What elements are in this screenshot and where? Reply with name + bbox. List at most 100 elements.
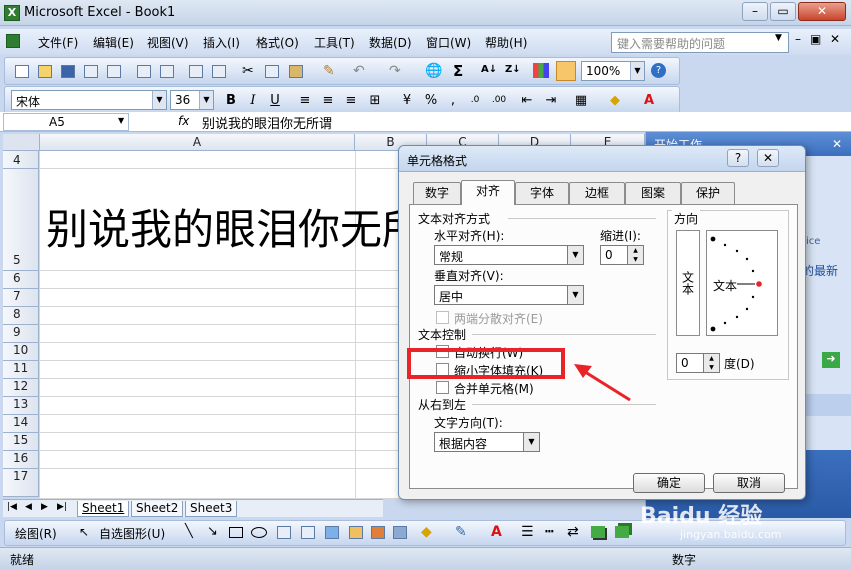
row-header-4[interactable]: 4	[3, 151, 39, 169]
autoshapes-menu[interactable]: 自选图形(U)	[99, 525, 165, 542]
chevron-down-icon[interactable]: ▼	[630, 62, 644, 80]
table-row[interactable]	[40, 151, 420, 169]
zoom-combo[interactable]: 100% ▼	[581, 61, 645, 81]
table-row[interactable]	[40, 271, 420, 289]
function-icon[interactable]: fx	[178, 114, 189, 128]
print-icon[interactable]	[137, 65, 151, 78]
menu-help[interactable]: 帮助(H)	[485, 34, 527, 51]
sheet-tab-3[interactable]: Sheet3	[185, 501, 238, 517]
chart-wizard-icon[interactable]	[533, 63, 549, 78]
tab-patterns[interactable]: 图案	[625, 182, 681, 204]
borders-icon[interactable]: ▦	[571, 91, 591, 110]
print-preview-icon[interactable]	[160, 65, 174, 78]
indent-spinner[interactable]: 0 ▲ ▼	[600, 245, 644, 265]
menu-format[interactable]: 格式(O)	[256, 34, 299, 51]
sort-desc-icon[interactable]: Z↓	[505, 64, 521, 75]
hyperlink-icon[interactable]: 🌐	[425, 63, 442, 79]
name-box[interactable]: A5	[3, 113, 129, 131]
arrow-icon[interactable]: ↘	[207, 524, 218, 539]
table-row[interactable]	[40, 469, 420, 499]
spinner-arrows-icon[interactable]: ▲ ▼	[703, 354, 719, 372]
table-row[interactable]	[40, 397, 420, 415]
tab-nav-last-icon[interactable]: ▶|	[57, 502, 67, 512]
row-header-12[interactable]: 12	[3, 379, 39, 397]
doc-restore-button[interactable]: ▣	[810, 32, 821, 46]
row-header-11[interactable]: 11	[3, 361, 39, 379]
sheet-tab-1[interactable]: Sheet1	[77, 501, 130, 517]
merge-cells-checkbox[interactable]	[436, 381, 449, 394]
wordart-icon[interactable]	[325, 526, 339, 539]
arrow-style-icon[interactable]: ⇄	[567, 524, 579, 540]
font-color-icon[interactable]: A	[491, 524, 502, 540]
line-color-icon[interactable]: ✎	[455, 524, 467, 540]
table-row[interactable]	[40, 343, 420, 361]
currency-icon[interactable]: ¥	[397, 91, 417, 110]
excel-doc-icon[interactable]	[6, 34, 20, 48]
email-icon[interactable]	[107, 65, 121, 78]
align-right-icon[interactable]: ≡	[341, 91, 361, 110]
maximize-button[interactable]: ▭	[770, 2, 796, 21]
select-all-corner[interactable]	[3, 134, 40, 151]
undo-icon[interactable]: ↶	[353, 63, 365, 79]
row-header-16[interactable]: 16	[3, 451, 39, 469]
justify-distributed-checkbox[interactable]	[436, 311, 449, 324]
menu-data[interactable]: 数据(D)	[369, 34, 412, 51]
doc-minimize-button[interactable]: –	[795, 32, 801, 46]
italic-button[interactable]: I	[243, 91, 263, 110]
table-row[interactable]	[40, 361, 420, 379]
row-header-14[interactable]: 14	[3, 415, 39, 433]
text-direction-select[interactable]: 根据内容 ▼	[434, 432, 540, 452]
align-left-icon[interactable]: ≡	[295, 91, 315, 110]
tab-number[interactable]: 数字	[413, 182, 461, 204]
fill-color-icon[interactable]: ◆	[605, 91, 625, 110]
chevron-down-icon[interactable]: ▼	[118, 116, 124, 125]
diagram-icon[interactable]	[349, 526, 363, 539]
textbox-icon[interactable]	[277, 526, 291, 539]
row-header-9[interactable]: 9	[3, 325, 39, 343]
redo-icon[interactable]: ↷	[389, 63, 401, 79]
degree-spinner[interactable]: 0 ▲ ▼	[676, 353, 720, 373]
row-header-10[interactable]: 10	[3, 343, 39, 361]
decrease-indent-icon[interactable]: ⇤	[517, 91, 537, 110]
fill-color-icon[interactable]: ◆	[421, 524, 432, 540]
save-icon[interactable]	[61, 65, 75, 78]
sheet-tab-2[interactable]: Sheet2	[131, 501, 184, 517]
increase-indent-icon[interactable]: ⇥	[541, 91, 561, 110]
table-row[interactable]	[40, 325, 420, 343]
drawing-icon[interactable]	[556, 61, 576, 81]
clipart-icon[interactable]	[371, 526, 385, 539]
table-row[interactable]	[40, 415, 420, 433]
row-header-13[interactable]: 13	[3, 397, 39, 415]
menu-tools[interactable]: 工具(T)	[314, 34, 355, 51]
align-center-icon[interactable]: ≡	[318, 91, 338, 110]
menu-edit[interactable]: 编辑(E)	[93, 34, 134, 51]
table-row[interactable]	[40, 451, 420, 469]
decrease-decimal-icon[interactable]: .00	[489, 91, 509, 110]
chevron-down-icon[interactable]: ▼	[152, 91, 166, 109]
vertical-textbox-icon[interactable]	[301, 526, 315, 539]
tab-nav-first-icon[interactable]: |◀	[7, 502, 17, 512]
orientation-dial[interactable]: 文本	[706, 230, 778, 336]
font-color-icon[interactable]: A	[639, 91, 659, 110]
tab-nav-next-icon[interactable]: ▶	[41, 502, 48, 512]
row-header-5[interactable]: 5	[3, 169, 39, 271]
tab-alignment[interactable]: 对齐	[461, 180, 515, 205]
tab-font[interactable]: 字体	[515, 182, 569, 204]
open-icon[interactable]	[38, 65, 52, 78]
help-icon[interactable]: ?	[651, 63, 666, 78]
row-header-6[interactable]: 6	[3, 271, 39, 289]
permission-icon[interactable]	[84, 65, 98, 78]
tab-nav-prev-icon[interactable]: ◀	[25, 502, 32, 512]
merge-center-icon[interactable]: ⊞	[365, 91, 385, 110]
select-objects-icon[interactable]: ↖	[79, 525, 89, 539]
minimize-button[interactable]: –	[742, 2, 768, 21]
research-icon[interactable]	[212, 65, 226, 78]
rectangle-icon[interactable]	[229, 527, 243, 538]
underline-button[interactable]: U	[265, 91, 285, 110]
format-painter-icon[interactable]: ✎	[323, 63, 335, 79]
dialog-close-button[interactable]: ✕	[757, 149, 779, 167]
table-row[interactable]	[40, 307, 420, 325]
dialog-help-button[interactable]: ?	[727, 149, 749, 167]
spelling-icon[interactable]	[189, 65, 203, 78]
shadow-style-icon[interactable]	[591, 526, 605, 538]
